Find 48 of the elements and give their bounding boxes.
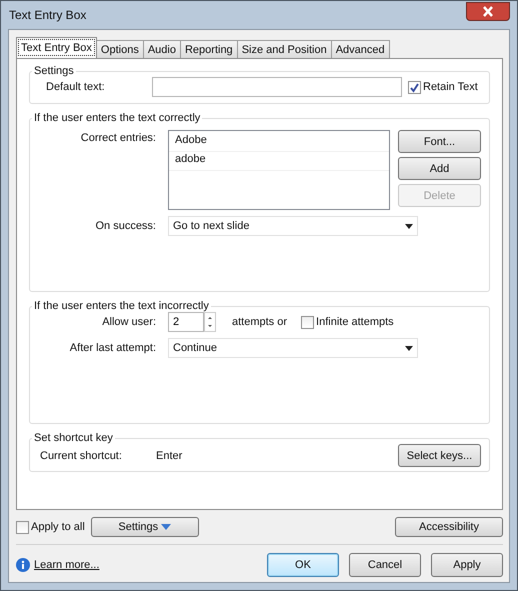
field-label: Correct entries: — [80, 131, 157, 144]
checkbox[interactable] — [301, 316, 314, 328]
checkbox-label: Retain Text — [423, 81, 478, 93]
group-title: Set shortcut key — [33, 432, 114, 444]
action-button[interactable]: Add — [398, 157, 481, 180]
checkbox[interactable] — [408, 80, 421, 94]
attempts-field[interactable]: 2 — [168, 312, 204, 332]
list-item[interactable]: Adobe — [169, 133, 389, 152]
info-icon — [16, 558, 30, 572]
settings-button[interactable]: Settings — [90, 517, 199, 537]
tab[interactable]: Audio — [142, 40, 181, 58]
dialog-button[interactable]: Cancel — [349, 553, 421, 577]
learn-more-link[interactable]: Learn more... — [34, 559, 100, 571]
close-icon — [482, 6, 494, 16]
group-title: Settings — [33, 65, 75, 77]
close-button[interactable] — [466, 2, 510, 20]
group-title: If the user enters the text correctly — [33, 112, 202, 124]
dialog-button[interactable]: OK — [267, 553, 339, 577]
field-label: Allow user: — [101, 316, 157, 328]
field-label: Current shortcut: — [39, 450, 123, 462]
list-item[interactable]: adobe — [169, 152, 389, 171]
field-label: After last attempt: — [68, 342, 157, 354]
attempts-text: attempts or — [232, 316, 288, 328]
tab[interactable]: Advanced — [330, 40, 390, 58]
field-label: On success: — [94, 220, 157, 232]
entries-list[interactable]: Adobe adobe — [168, 130, 390, 210]
group-title: If the user enters the text incorrectly — [33, 300, 210, 312]
accessibility-button[interactable]: Accessibility — [395, 517, 503, 537]
checkbox-label: Apply to all — [31, 521, 85, 533]
dropdown-arrow-icon — [405, 346, 413, 350]
dropdown-arrow-icon — [161, 524, 172, 530]
tab[interactable]: Size and Position — [236, 40, 332, 58]
field-label: Default text: — [45, 81, 106, 93]
tab[interactable]: Options — [96, 40, 144, 58]
spinner[interactable] — [204, 312, 216, 332]
checkbox-label: Infinite attempts — [316, 316, 394, 328]
shortcut-value: Enter — [155, 450, 184, 462]
default-text-field[interactable] — [152, 77, 402, 97]
dialog-button[interactable]: Apply — [431, 553, 503, 577]
action-button[interactable]: Font... — [398, 130, 481, 153]
after-dropdown[interactable]: Continue — [168, 338, 418, 358]
tab[interactable]: Text Entry Box — [16, 37, 97, 58]
checkbox[interactable] — [16, 520, 29, 534]
dropdown-arrow-icon — [405, 224, 413, 228]
select-keys-button[interactable]: Select keys... — [398, 444, 481, 467]
window-title: Text Entry Box — [8, 8, 86, 22]
tab[interactable]: Reporting — [180, 40, 238, 58]
success-dropdown[interactable]: Go to next slide — [168, 216, 418, 236]
